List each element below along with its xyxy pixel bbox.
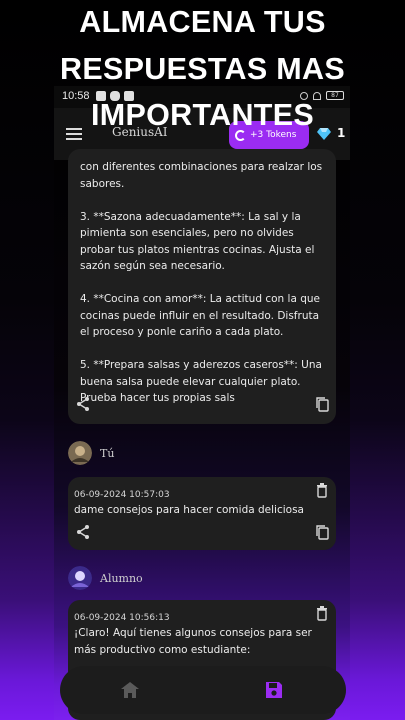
promo-line-3: IMPORTANTES (90, 98, 314, 132)
message-text: ¡Claro! Aquí tienes algunos consejos par… (74, 627, 312, 656)
promo-line-2: RESPUESTAS MAS (60, 52, 345, 86)
message-date: 06-09-2024 10:57:03 (74, 490, 170, 500)
share-icon[interactable] (75, 524, 91, 540)
trash-icon[interactable] (314, 605, 330, 621)
avatar (68, 566, 92, 590)
copy-icon[interactable] (314, 524, 330, 540)
message-author: Alumno (68, 565, 143, 591)
avatar (68, 441, 92, 465)
bottom-nav (60, 666, 346, 714)
author-name: Tú (100, 446, 115, 460)
save-icon[interactable] (262, 678, 286, 702)
author-name: Alumno (100, 571, 143, 585)
message-date: 06-09-2024 10:56:13 (74, 613, 170, 623)
phone-screen: 10:58 87 GeniusAI +3 Tokens 1 con difere… (54, 86, 350, 720)
message-text: dame consejos para hacer comida delicios… (74, 504, 304, 516)
message-author: Tú (68, 440, 114, 466)
message-text: con diferentes combinaciones para realza… (80, 161, 323, 404)
message-card-answer: con diferentes combinaciones para realza… (68, 149, 336, 424)
copy-icon[interactable] (314, 396, 330, 412)
message-card-user: 06-09-2024 10:57:03 dame consejos para h… (68, 477, 336, 550)
share-icon[interactable] (75, 396, 91, 412)
trash-icon[interactable] (314, 482, 330, 498)
promo-line-1: ALMACENA TUS (79, 5, 326, 39)
home-icon[interactable] (118, 678, 142, 702)
